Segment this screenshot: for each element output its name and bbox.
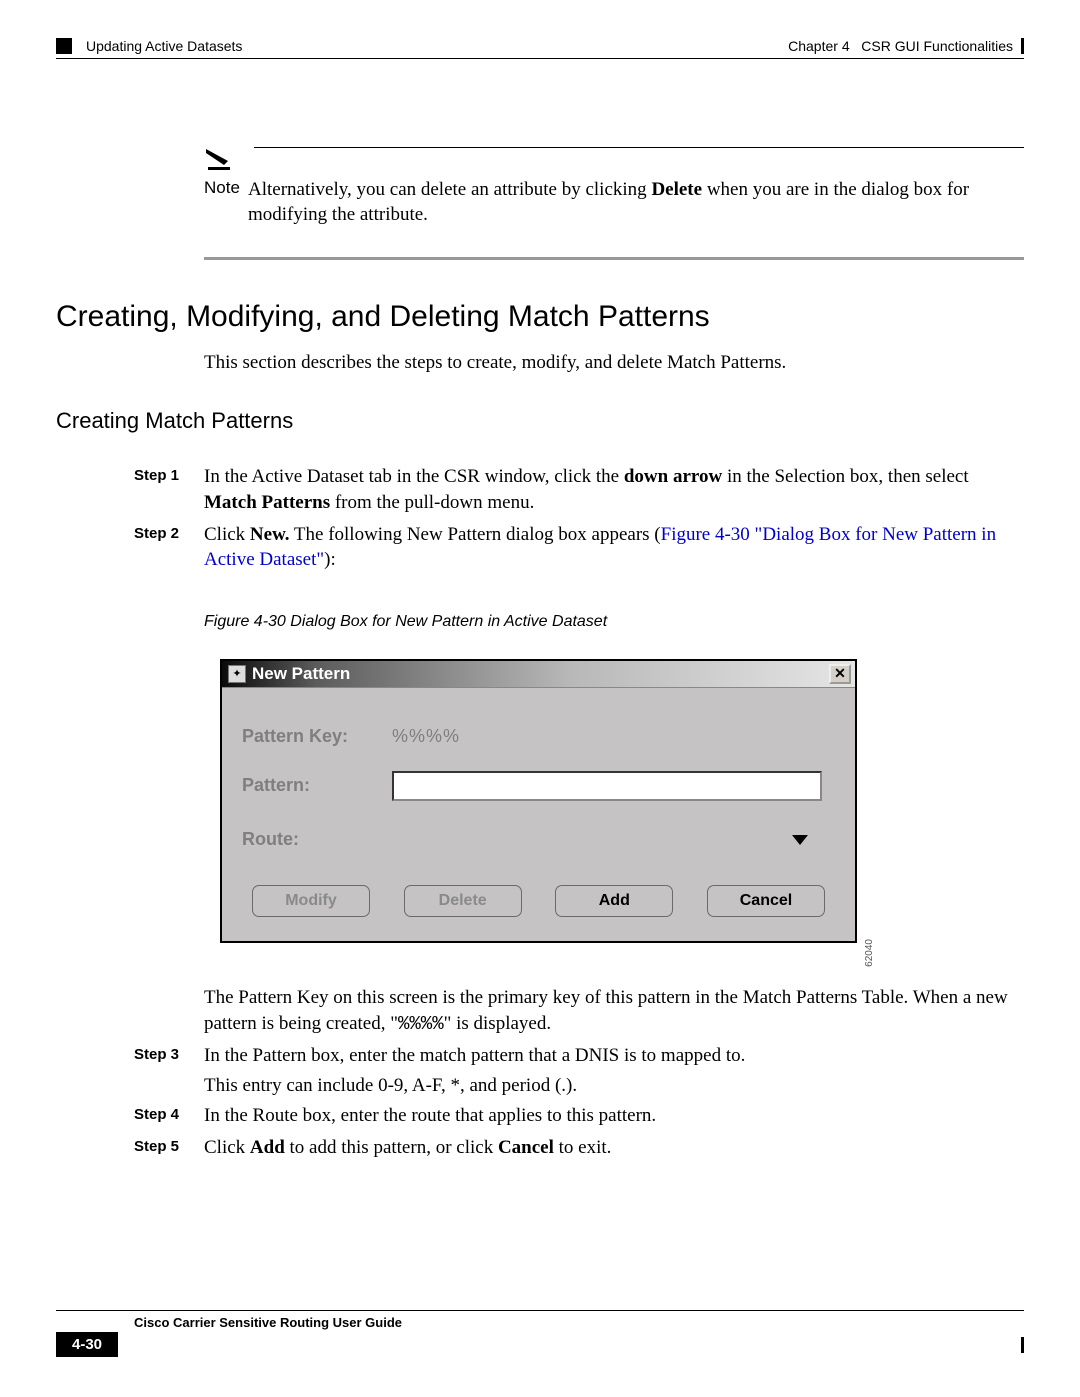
close-button[interactable]: ✕: [829, 664, 851, 684]
header-section-text: Updating Active Datasets: [86, 38, 242, 54]
page-header: Updating Active Datasets Chapter 4 CSR G…: [56, 38, 1024, 54]
dialog-titlebar: ✦ New Pattern ✕: [222, 661, 855, 688]
route-label: Route:: [242, 829, 392, 850]
chevron-down-icon: [792, 835, 808, 845]
note-top-rule: [254, 147, 1024, 148]
pattern-input[interactable]: [392, 771, 822, 801]
header-rule: [56, 58, 1024, 59]
cancel-button[interactable]: Cancel: [707, 885, 825, 917]
intro-paragraph: This section describes the steps to crea…: [204, 352, 1024, 374]
note-block: Note Alternatively, you can delete an at…: [204, 147, 1024, 227]
step-body: In the Route box, enter the route that a…: [204, 1103, 1024, 1129]
step-label: Step 1: [134, 464, 204, 515]
note-pencil-icon: [204, 147, 240, 178]
header-chapter-text: Chapter 4 CSR GUI Functionalities: [788, 38, 1013, 54]
step-label: Step 4: [134, 1103, 204, 1129]
step-4: Step 4 In the Route box, enter the route…: [134, 1103, 1024, 1129]
heading-2: Creating Match Patterns: [56, 408, 1024, 434]
dialog-button-row: Modify Delete Add Cancel: [242, 879, 835, 923]
modify-button[interactable]: Modify: [252, 885, 370, 917]
footer-bar-icon: [1021, 1337, 1024, 1353]
pattern-key-row: Pattern Key: %%%%: [242, 726, 835, 747]
step-5: Step 5 Click Add to add this pattern, or…: [134, 1135, 1024, 1161]
step-label: Step 3: [134, 1043, 204, 1069]
header-bar-icon: [1021, 38, 1024, 54]
heading-1: Creating, Modifying, and Deleting Match …: [56, 300, 1024, 334]
step-3: Step 3 In the Pattern box, enter the mat…: [134, 1043, 1024, 1069]
figure-id: 62040: [864, 939, 875, 967]
step-3-subtext: This entry can include 0-9, A-F, *, and …: [204, 1075, 1024, 1097]
step-body: Click Add to add this pattern, or click …: [204, 1135, 1024, 1161]
step-body: In the Pattern box, enter the match patt…: [204, 1043, 1024, 1069]
step-body: Click New. The following New Pattern dia…: [204, 522, 1024, 573]
dialog-title: New Pattern: [252, 664, 350, 684]
page-footer: Cisco Carrier Sensitive Routing User Gui…: [56, 1310, 1024, 1357]
figure-caption: Figure 4-30 Dialog Box for New Pattern i…: [204, 613, 1024, 631]
after-figure-paragraph: The Pattern Key on this screen is the pr…: [204, 985, 1024, 1037]
close-icon: ✕: [834, 665, 846, 682]
note-text: Alternatively, you can delete an attribu…: [248, 178, 1024, 227]
step-list: Step 1 In the Active Dataset tab in the …: [134, 464, 1024, 573]
pattern-key-value: %%%%: [392, 726, 460, 747]
step-label: Step 2: [134, 522, 204, 573]
pattern-label: Pattern:: [242, 775, 392, 796]
pattern-key-label: Pattern Key:: [242, 726, 392, 747]
step-label: Step 5: [134, 1135, 204, 1161]
header-marker-icon: [56, 38, 72, 54]
new-pattern-dialog: ✦ New Pattern ✕ Pattern Key: %%%% Patter…: [220, 659, 857, 943]
delete-button[interactable]: Delete: [404, 885, 522, 917]
section-divider: [204, 257, 1024, 260]
step-1: Step 1 In the Active Dataset tab in the …: [134, 464, 1024, 515]
step-2: Step 2 Click New. The following New Patt…: [134, 522, 1024, 573]
route-row: Route:: [242, 825, 835, 855]
footer-doc-title: Cisco Carrier Sensitive Routing User Gui…: [134, 1315, 402, 1330]
page-number: 4-30: [56, 1332, 118, 1357]
note-label: Note: [204, 178, 248, 198]
footer-rule: [56, 1310, 1024, 1311]
add-button[interactable]: Add: [555, 885, 673, 917]
pattern-row: Pattern:: [242, 771, 835, 801]
step-body: In the Active Dataset tab in the CSR win…: [204, 464, 1024, 515]
route-dropdown[interactable]: [392, 825, 822, 855]
window-app-icon: ✦: [228, 665, 246, 683]
